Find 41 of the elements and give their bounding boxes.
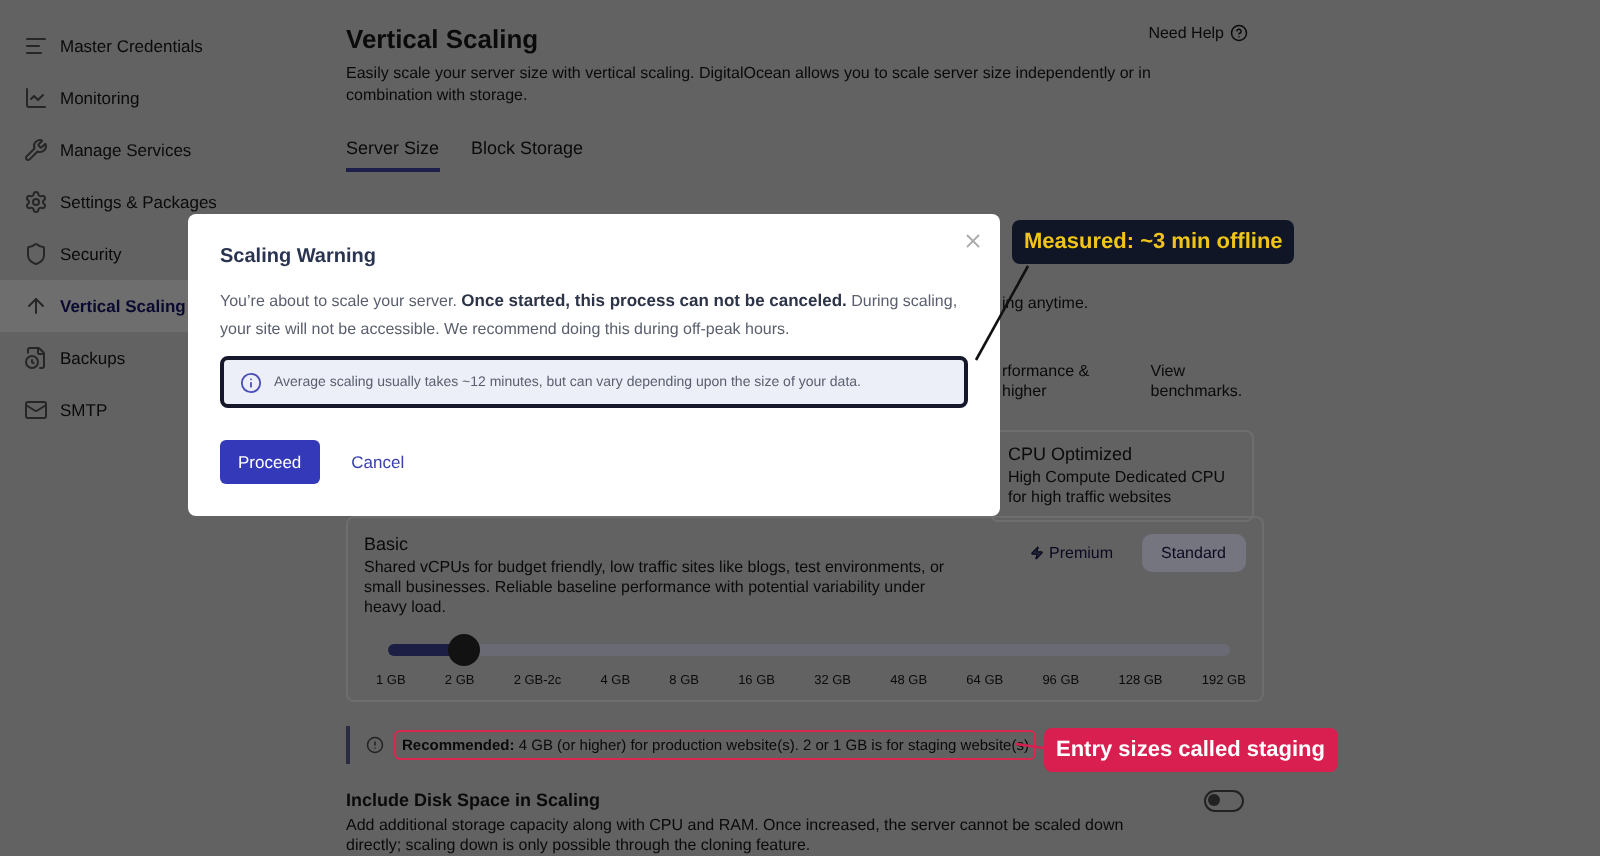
plan-option[interactable]: Standard: [1141, 534, 1246, 572]
alert-icon: [366, 736, 384, 754]
sidebar-item[interactable]: Settings & Packages: [0, 176, 320, 228]
page-title: Vertical Scaling: [346, 24, 539, 54]
leader-line: [974, 265, 1030, 361]
help-link[interactable]: Need Help: [1148, 24, 1248, 42]
benchmarks-link[interactable]: View benchmarks.: [1150, 362, 1264, 402]
wrench-icon: [24, 138, 48, 162]
disk-toggle[interactable]: [1204, 790, 1244, 812]
list-icon: [24, 34, 48, 58]
sidebar-item[interactable]: Manage Services: [0, 124, 320, 176]
plan-title: Basic: [364, 534, 411, 554]
shield-icon: [24, 242, 48, 266]
plan-option[interactable]: Premium: [1009, 534, 1134, 572]
tab[interactable]: Server Size: [346, 138, 440, 172]
info-icon: [240, 371, 262, 393]
plan-description: Shared vCPUs for budget friendly, low traffic sites like blogs, test environments, or small businesses. Reliable baseline performance with potential variability under heavy load.: [364, 558, 947, 618]
file-clock-icon: [24, 346, 48, 370]
tab[interactable]: Block Storage: [471, 138, 584, 172]
mail-icon: [24, 398, 48, 422]
disk-title: Include Disk Space in Scaling: [346, 790, 603, 810]
tier-text: rformance & higher: [1002, 362, 1092, 402]
sidebar-item[interactable]: Monitoring: [0, 72, 320, 124]
disk-description: Add additional storage capacity along with CPU and RAM. Once increased, the server cannot be scaled down directly; scaling down is only possible through the cloning feature.: [346, 816, 1126, 856]
help-icon: [1230, 24, 1248, 42]
plan-description: High Compute Dedicated CPU for high traffic websites: [1008, 468, 1227, 508]
size-slider[interactable]: [388, 634, 1230, 666]
proceed-button[interactable]: Proceed: [220, 440, 320, 484]
annotation-label: Entry sizes called staging: [1044, 728, 1337, 772]
cancel-link[interactable]: Cancel: [343, 440, 413, 484]
lightning-icon: [1029, 546, 1044, 560]
sidebar-item[interactable]: Master Credentials: [0, 20, 320, 72]
dialog-title: Scaling Warning: [220, 246, 378, 268]
plan-title: CPU Optimized: [1008, 444, 1135, 464]
page-description: Easily scale your server size with vertical scaling. DigitalOcean allows you to scale server size independently or in combination with storage.: [346, 62, 1153, 106]
annotation-label: Measured: ~3 min offline: [1012, 220, 1295, 264]
close-button[interactable]: [962, 230, 984, 252]
gear-icon: [24, 190, 48, 214]
chart-icon: [24, 86, 48, 110]
arrow-up-icon: [24, 294, 48, 318]
close-icon: [962, 230, 984, 252]
